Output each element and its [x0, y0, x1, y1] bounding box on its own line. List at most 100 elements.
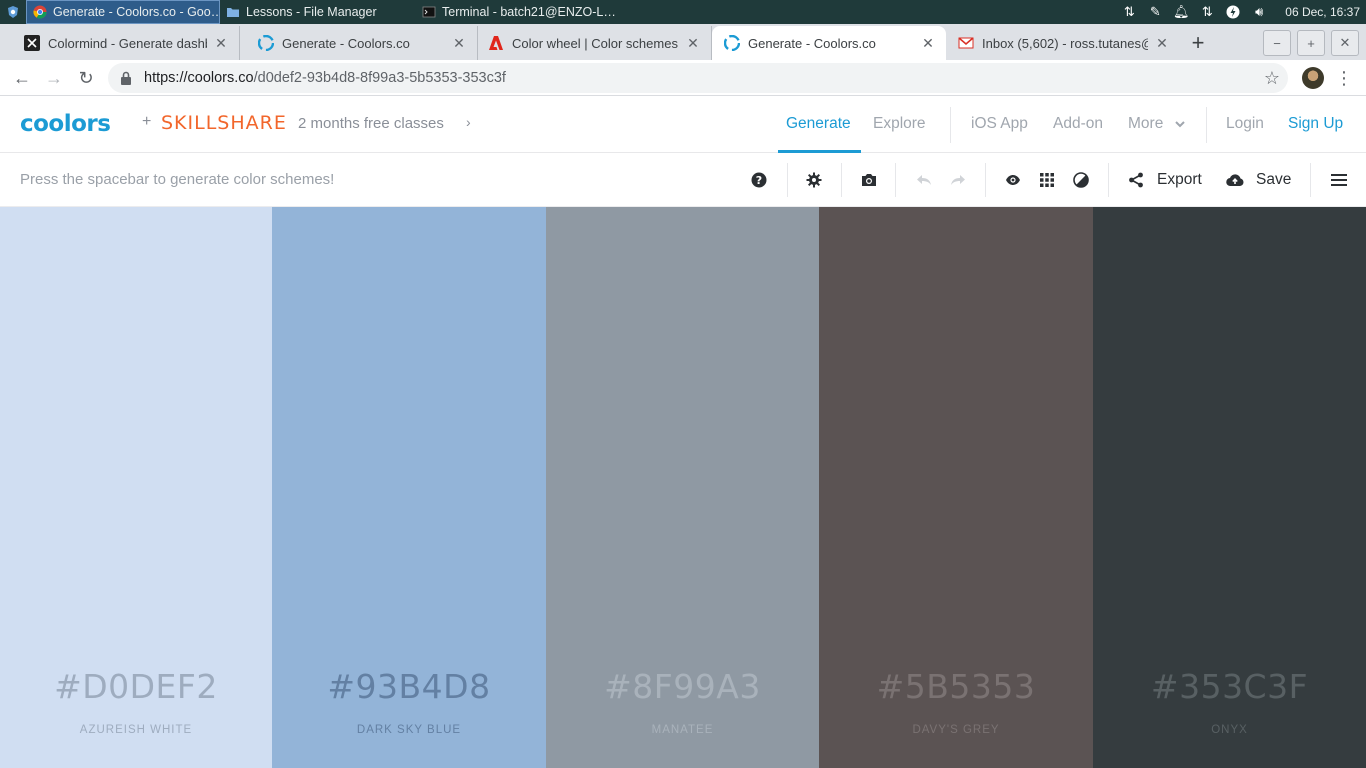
color-hex-code[interactable]: #93B4D8 [272, 667, 546, 706]
coolors-icon [257, 34, 275, 52]
cloud-upload-icon[interactable] [1225, 170, 1245, 190]
profile-avatar[interactable] [1302, 67, 1324, 89]
tab-title: Color wheel | Color schemes - [512, 35, 679, 51]
nav-login[interactable]: Login [1226, 115, 1264, 133]
taskbar-task-terminal[interactable]: Terminal - batch21@ENZO-L… [416, 0, 616, 24]
close-window-icon[interactable]: ✕ [1331, 30, 1359, 56]
spacebar-hint: Press the spacebar to generate color sch… [20, 171, 335, 188]
system-clock: 06 Dec, 16:37 [1285, 5, 1360, 19]
nav-ios-app[interactable]: iOS App [971, 115, 1028, 133]
url-path: /d0def2-93b4d8-8f99a3-5b5353-353c3f [253, 70, 506, 86]
coolors-logo[interactable]: coolors [20, 111, 111, 137]
reload-button[interactable]: ↻ [70, 62, 102, 94]
volume-icon[interactable]: 🔊︎ [1251, 4, 1267, 20]
color-swatch[interactable]: #8F99A3 MANATEE [546, 207, 819, 768]
taskbar-task-label: Terminal - batch21@ENZO-L… [442, 5, 616, 19]
tab-title: Inbox (5,602) - ross.tutanes@g [982, 35, 1148, 51]
browser-tab-coolors-active[interactable]: Generate - Coolors.co ✕ [712, 26, 946, 60]
tab-title: Generate - Coolors.co [748, 35, 876, 51]
generator-toolbar: Press the spacebar to generate color sch… [0, 153, 1366, 207]
forward-button[interactable]: → [38, 62, 70, 94]
camera-icon[interactable] [859, 170, 879, 190]
taskbar-task-label: Lessons - File Manager [246, 5, 377, 19]
nav-generate[interactable]: Generate [786, 115, 851, 133]
notification-bell-icon[interactable]: 🔔︎ [1173, 4, 1190, 20]
minimize-window-icon[interactable]: − [1263, 30, 1291, 56]
redo-icon[interactable] [948, 170, 968, 190]
lock-icon [120, 71, 132, 85]
color-name: DAVY'S GREY [912, 724, 1000, 736]
svg-text:?: ? [756, 174, 762, 187]
bookmark-star-icon[interactable]: ☆ [1264, 68, 1280, 89]
toolbar-divider [895, 163, 896, 197]
adobe-icon [488, 35, 504, 51]
toolbar-divider [1310, 163, 1311, 197]
browser-tab-colormind[interactable]: Colormind - Generate dashboa ✕ [0, 26, 240, 60]
toolbar-divider [841, 163, 842, 197]
hamburger-menu-icon[interactable] [1329, 170, 1349, 190]
back-button[interactable]: ← [6, 62, 38, 94]
eye-icon[interactable] [1003, 170, 1023, 190]
new-tab-button[interactable]: + [1180, 26, 1216, 60]
taskbar-task-file-manager[interactable]: Lessons - File Manager [220, 0, 416, 24]
save-button[interactable]: Save [1256, 171, 1291, 189]
notes-icon[interactable]: ✎ [1147, 4, 1163, 20]
nav-more[interactable]: More [1128, 115, 1163, 133]
chevron-down-icon[interactable] [1174, 114, 1186, 135]
tab-close-icon[interactable]: ✕ [920, 35, 936, 52]
color-name: ONYX [1211, 724, 1248, 736]
tab-close-icon[interactable]: ✕ [451, 35, 467, 52]
toolbar-divider [1108, 163, 1109, 197]
taskbar-task-chrome[interactable]: Generate - Coolors.co - Goo… [26, 0, 220, 24]
tab-close-icon[interactable]: ✕ [1154, 35, 1170, 52]
chevron-right-icon[interactable]: › [466, 114, 471, 130]
browser-tab-adobe-color[interactable]: Color wheel | Color schemes - ✕ [478, 26, 712, 60]
color-hex-code[interactable]: #353C3F [1093, 667, 1366, 706]
nav-signup[interactable]: Sign Up [1288, 115, 1343, 133]
folder-icon [226, 5, 240, 19]
settings-gear-icon[interactable] [804, 170, 824, 190]
promo-link[interactable]: 2 months free classes [298, 115, 444, 132]
network-transfer-icon[interactable]: ⇅ [1121, 4, 1137, 20]
chrome-icon [33, 5, 47, 19]
nav-add-on[interactable]: Add-on [1053, 115, 1103, 133]
color-hex-code[interactable]: #D0DEF2 [0, 667, 272, 706]
taskbar-task-label: Generate - Coolors.co - Goo… [53, 5, 220, 19]
terminal-icon [422, 5, 436, 19]
network-activity-icon[interactable]: ⇅ [1199, 4, 1215, 20]
grid-view-icon[interactable] [1037, 170, 1057, 190]
undo-icon[interactable] [914, 170, 934, 190]
nav-explore[interactable]: Explore [873, 115, 926, 133]
browser-tab-gmail[interactable]: Inbox (5,602) - ross.tutanes@g ✕ [946, 26, 1180, 60]
share-icon[interactable] [1126, 170, 1146, 190]
browser-menu-icon[interactable]: ⋮ [1335, 66, 1353, 90]
color-name: AZUREISH WHITE [79, 724, 193, 736]
maximize-window-icon[interactable]: + [1297, 30, 1325, 56]
color-swatch[interactable]: #353C3F ONYX [1093, 207, 1366, 768]
color-swatch[interactable]: #D0DEF2 AZUREISH WHITE [0, 207, 272, 768]
power-icon[interactable] [1225, 4, 1241, 20]
tab-close-icon[interactable]: ✕ [213, 35, 229, 52]
color-palette: #D0DEF2 AZUREISH WHITE #93B4D8 DARK SKY BLU… [0, 207, 1366, 768]
toolbar-divider [985, 163, 986, 197]
address-bar[interactable]: https://coolors.co/d0def2-93b4d8-8f99a3-… [108, 63, 1288, 93]
partner-plus: + [142, 113, 152, 130]
browser-tab-strip: Colormind - Generate dashboa ✕ Generate … [0, 24, 1366, 60]
export-button[interactable]: Export [1157, 171, 1202, 189]
color-swatch[interactable]: #5B5353 DAVY'S GREY [819, 207, 1093, 768]
skillshare-logo[interactable]: SKILLSHARE [161, 112, 287, 134]
adjust-palette-icon[interactable] [1071, 170, 1091, 190]
colormind-icon [24, 35, 40, 51]
help-icon[interactable]: ? [749, 170, 769, 190]
color-hex-code[interactable]: #8F99A3 [546, 667, 819, 706]
start-menu-icon[interactable] [0, 0, 26, 24]
color-hex-code[interactable]: #5B5353 [819, 667, 1093, 706]
color-name: MANATEE [651, 724, 714, 736]
color-swatch[interactable]: #93B4D8 DARK SKY BLUE [272, 207, 546, 768]
browser-tab-coolors-1[interactable]: Generate - Coolors.co ✕ [240, 26, 478, 60]
tab-title: Generate - Coolors.co [282, 35, 410, 51]
nav-divider [1206, 107, 1207, 143]
tab-close-icon[interactable]: ✕ [685, 35, 701, 52]
os-taskbar: Generate - Coolors.co - Goo… Lessons - F… [0, 0, 1366, 24]
window-controls: − + ✕ [1263, 30, 1366, 60]
